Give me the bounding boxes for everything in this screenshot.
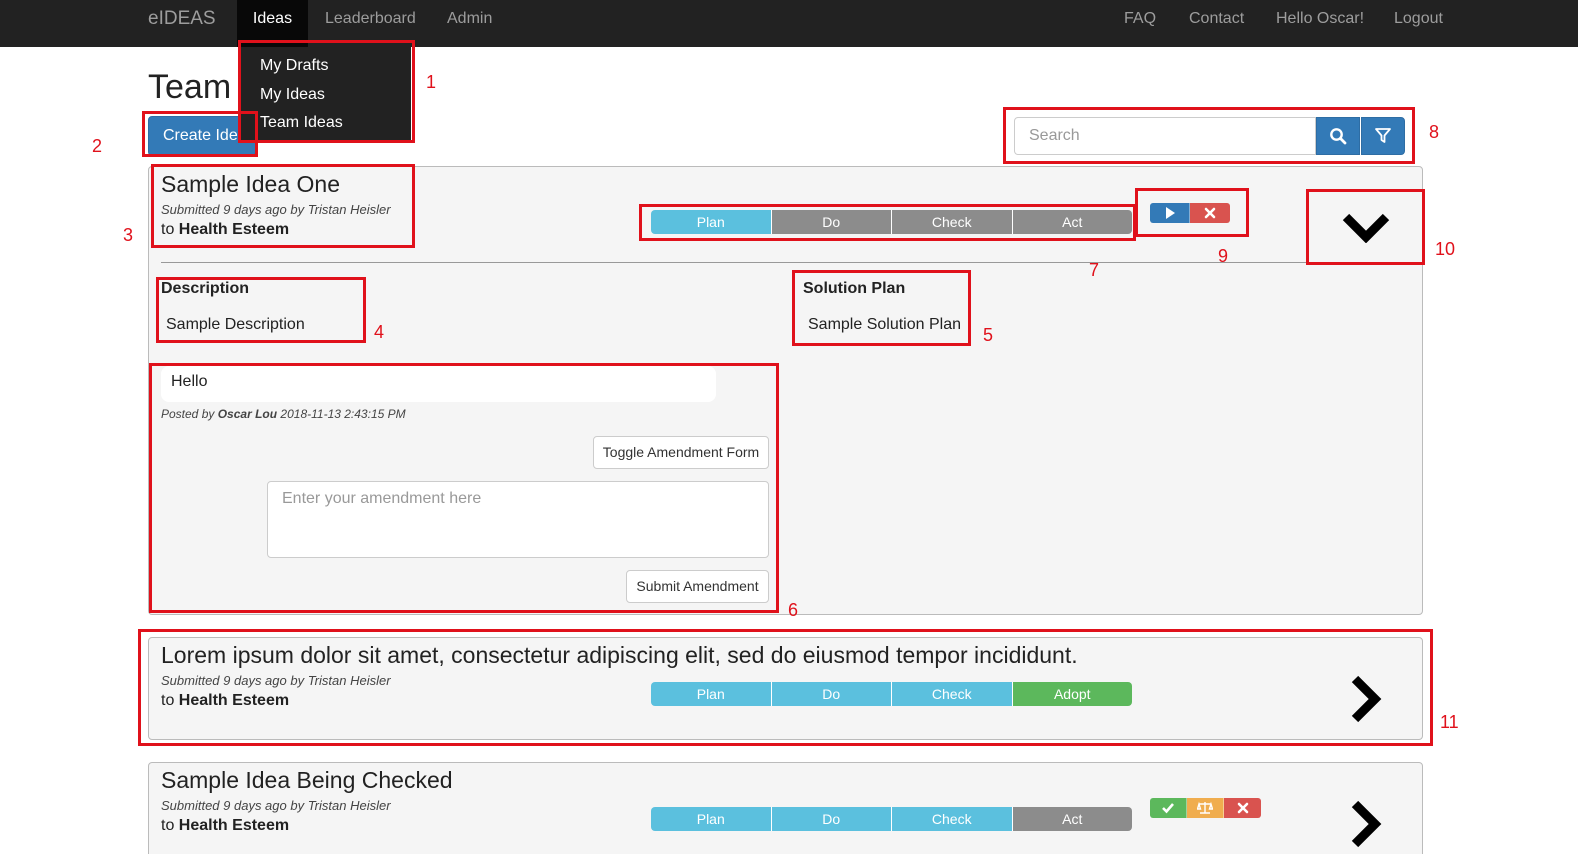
- team-name: Health Esteem: [178, 221, 290, 238]
- reject-button[interactable]: [1224, 798, 1261, 818]
- filter-button[interactable]: [1361, 117, 1405, 155]
- comment-meta: Posted by Oscar Lou 2018-11-13 2:43:15 P…: [161, 407, 406, 421]
- close-icon: [1237, 802, 1248, 814]
- toggle-amendment-button[interactable]: Toggle Amendment Form: [593, 436, 769, 469]
- page: eIDEAS Ideas Leaderboard Admin FAQ Conta…: [0, 0, 1578, 854]
- annotation-number-1: 1: [426, 72, 437, 92]
- navbar: eIDEAS Ideas Leaderboard Admin FAQ Conta…: [0, 0, 1578, 47]
- stage-plan: Plan: [651, 210, 772, 234]
- pdca-progress-bar: Plan Do Check Act: [651, 210, 1132, 234]
- annotation-number-6: 6: [788, 600, 799, 620]
- close-icon: [1204, 207, 1216, 219]
- stage-do: Do: [771, 807, 892, 831]
- idea-team-line: to Health Esteem: [161, 692, 289, 710]
- idea-submitted-info: Submitted 9 days ago by Tristan Heisler: [161, 673, 391, 688]
- stage-plan: Plan: [651, 682, 772, 706]
- solution-plan-text: Sample Solution Plan: [808, 316, 961, 333]
- stage-act: Act: [1012, 807, 1132, 831]
- approve-button[interactable]: [1150, 798, 1187, 818]
- team-name: Health Esteem: [178, 692, 290, 709]
- search-input[interactable]: [1014, 117, 1316, 155]
- chevron-right-icon[interactable]: [1349, 799, 1383, 849]
- description-text: Sample Description: [166, 316, 305, 333]
- comment-timestamp: 2018-11-13 2:43:15 PM: [280, 407, 406, 421]
- posted-prefix: Posted by: [161, 407, 215, 421]
- review-button[interactable]: [1187, 798, 1224, 818]
- idea-team-line: to Health Esteem: [161, 221, 289, 239]
- annotation-number-5: 5: [983, 325, 994, 345]
- stage-check: Check: [892, 807, 1013, 831]
- idea-card-2: Lorem ipsum dolor sit amet, consectetur …: [148, 637, 1423, 740]
- idea-card-1: Sample Idea One Submitted 9 days ago by …: [148, 166, 1423, 615]
- page-title: Team: [148, 68, 232, 106]
- team-prefix: to: [161, 692, 175, 709]
- nav-ideas[interactable]: Ideas: [237, 0, 308, 47]
- balance-scale-icon: [1197, 801, 1213, 814]
- amendment-textarea[interactable]: [267, 481, 769, 558]
- annotation-number-3: 3: [123, 225, 134, 245]
- idea-action-buttons: [1150, 798, 1261, 818]
- stage-adopt: Adopt: [1012, 682, 1132, 706]
- stage-act: Act: [1012, 210, 1132, 234]
- annotation-number-8: 8: [1429, 122, 1440, 142]
- annotation-number-11: 11: [1440, 712, 1459, 732]
- stage-do: Do: [771, 210, 892, 234]
- brand-link[interactable]: eIDEAS: [148, 0, 216, 38]
- nav-logout[interactable]: Logout: [1394, 0, 1443, 38]
- submit-amendment-button[interactable]: Submit Amendment: [626, 570, 769, 603]
- chevron-down-icon[interactable]: [1341, 211, 1391, 243]
- stage-check: Check: [892, 682, 1013, 706]
- team-name: Health Esteem: [178, 817, 290, 834]
- start-button[interactable]: [1150, 203, 1190, 223]
- idea-action-buttons: [1150, 203, 1230, 223]
- nav-faq[interactable]: FAQ: [1124, 0, 1156, 38]
- idea-card-3: Sample Idea Being Checked Submitted 9 da…: [148, 762, 1423, 854]
- check-icon: [1162, 803, 1174, 814]
- search-icon: [1330, 128, 1347, 145]
- solution-plan-label: Solution Plan: [803, 280, 906, 297]
- filter-icon: [1375, 128, 1391, 143]
- play-icon: [1165, 207, 1175, 219]
- comment-author: Oscar Lou: [217, 407, 278, 421]
- nav-contact[interactable]: Contact: [1189, 0, 1244, 38]
- team-prefix: to: [161, 817, 175, 834]
- nav-leaderboard[interactable]: Leaderboard: [325, 0, 416, 38]
- idea-submitted-info: Submitted 9 days ago by Tristan Heisler: [161, 202, 391, 217]
- reject-button[interactable]: [1190, 203, 1230, 223]
- idea-title[interactable]: Lorem ipsum dolor sit amet, consectetur …: [161, 642, 1078, 669]
- annotation-number-2: 2: [92, 136, 103, 156]
- idea-team-line: to Health Esteem: [161, 817, 289, 835]
- stage-check: Check: [892, 210, 1013, 234]
- dropdown-item-my-ideas[interactable]: My Ideas: [260, 86, 325, 104]
- nav-admin[interactable]: Admin: [447, 0, 492, 38]
- stage-do: Do: [771, 682, 892, 706]
- team-prefix: to: [161, 221, 175, 238]
- chevron-right-icon[interactable]: [1349, 674, 1383, 724]
- nav-user-greeting[interactable]: Hello Oscar!: [1276, 0, 1364, 38]
- pdca-progress-bar: Plan Do Check Act: [651, 807, 1132, 831]
- annotation-number-4: 4: [374, 322, 385, 342]
- idea-title[interactable]: Sample Idea Being Checked: [161, 767, 453, 794]
- idea-title[interactable]: Sample Idea One: [161, 171, 340, 198]
- description-label: Description: [161, 280, 250, 297]
- dropdown-item-my-drafts[interactable]: My Drafts: [260, 57, 328, 75]
- dropdown-item-team-ideas[interactable]: Team Ideas: [260, 114, 343, 132]
- annotation-number-9: 9: [1218, 246, 1229, 266]
- search-button[interactable]: [1316, 117, 1360, 155]
- idea-submitted-info: Submitted 9 days ago by Tristan Heisler: [161, 798, 391, 813]
- annotation-number-7: 7: [1089, 260, 1100, 280]
- annotation-number-10: 10: [1435, 239, 1456, 259]
- comment-bubble: Hello: [161, 366, 716, 402]
- pdca-progress-bar: Plan Do Check Adopt: [651, 682, 1132, 706]
- ideas-dropdown-menu: My Drafts My Ideas Team Ideas: [239, 47, 411, 141]
- stage-plan: Plan: [651, 807, 772, 831]
